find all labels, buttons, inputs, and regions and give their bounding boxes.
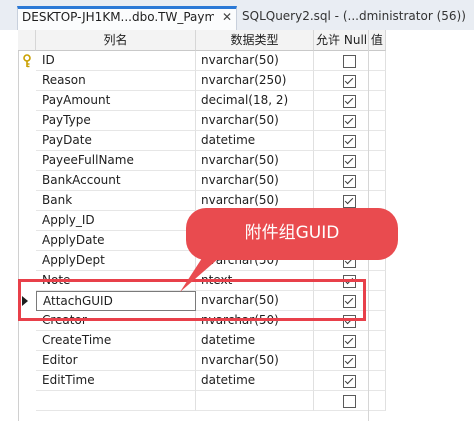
allow-null-cell [314,351,386,371]
data-type-cell[interactable]: nvarchar(50) [196,51,314,71]
table-row[interactable]: PayeeFullName nvarchar(50) [18,151,470,171]
allow-null-cell [314,91,386,111]
column-name-cell[interactable]: Editor [36,351,196,371]
allow-null-cell [314,171,386,191]
column-name-cell[interactable]: EditTime [36,371,196,391]
data-type-cell[interactable]: nvarchar(50) [196,111,314,131]
table-row[interactable]: Reason nvarchar(250) [18,71,470,91]
allow-null-checkbox[interactable] [343,155,356,168]
allow-null-checkbox[interactable] [343,195,356,208]
column-name-cell[interactable] [36,391,196,411]
table-row[interactable] [18,391,470,411]
data-type-cell[interactable]: datetime [196,331,314,351]
allow-null-checkbox[interactable] [343,75,356,88]
data-type-cell[interactable]: nvarchar(50) [196,171,314,191]
row-selector[interactable] [18,371,36,391]
allow-null-checkbox[interactable] [343,355,356,368]
tab-bar: DESKTOP-JH1KM...dbo.TW_Payment ✕ SQLQuer… [0,0,474,30]
allow-null-cell [314,51,386,71]
data-type-cell[interactable]: nvarchar(50) [196,151,314,171]
data-type-cell[interactable]: nvarchar(50) [196,351,314,371]
tab-table-designer[interactable]: DESKTOP-JH1KM...dbo.TW_Payment ✕ [17,6,237,30]
allow-null-checkbox[interactable] [343,55,356,68]
column-name-cell[interactable]: PayType [36,111,196,131]
row-selector[interactable] [18,131,36,151]
allow-null-checkbox[interactable] [343,95,356,108]
row-selector[interactable] [18,331,36,351]
allow-null-checkbox[interactable] [343,175,356,188]
row-selector[interactable] [18,91,36,111]
tab-sqlquery[interactable]: SQLQuery2.sql - (...dministrator (56))* [238,6,466,30]
column-name-cell[interactable]: PayeeFullName [36,151,196,171]
allow-null-cell [314,111,386,131]
data-type-cell[interactable]: datetime [196,371,314,391]
callout-label: 附件组GUID [186,208,398,260]
allow-null-checkbox[interactable] [343,395,356,408]
header-data-type: 数据类型 [196,30,314,51]
row-selector[interactable] [18,171,36,191]
highlight-box [18,279,366,321]
data-type-cell[interactable]: datetime [196,131,314,151]
allow-null-checkbox[interactable] [343,375,356,388]
row-selector[interactable] [18,151,36,171]
row-selector[interactable] [18,211,36,231]
primary-key-icon [23,54,31,68]
header-selector [18,30,36,51]
row-selector[interactable] [18,231,36,251]
row-selector[interactable] [18,351,36,371]
allow-null-cell [314,131,386,151]
column-name-cell[interactable]: CreateTime [36,331,196,351]
tab-label: SQLQuery2.sql - (...dministrator (56))* [242,9,466,23]
allow-null-cell [314,391,386,411]
allow-null-checkbox[interactable] [343,135,356,148]
left-gutter [0,30,19,421]
close-icon[interactable]: ✕ [222,10,232,24]
allow-null-cell [314,331,386,351]
table-row[interactable]: ID nvarchar(50) [18,51,470,71]
column-name-cell[interactable]: ApplyDate [36,231,196,251]
header-allow-null: 允许 Null 值 [314,30,386,51]
column-name-cell[interactable]: ID [36,51,196,71]
table-row[interactable]: CreateTime datetime [18,331,470,351]
row-selector[interactable] [18,391,36,411]
data-type-cell[interactable]: decimal(18, 2) [196,91,314,111]
table-row[interactable]: Editor nvarchar(50) [18,351,470,371]
data-type-cell[interactable] [196,391,314,411]
allow-null-cell [314,151,386,171]
column-name-cell[interactable]: Bank [36,191,196,211]
allow-null-cell [314,371,386,391]
tab-label: DESKTOP-JH1KM...dbo.TW_Payment [22,10,214,24]
allow-null-checkbox[interactable] [343,335,356,348]
column-name-cell[interactable]: Apply_ID [36,211,196,231]
row-selector[interactable] [18,71,36,91]
row-selector[interactable] [18,191,36,211]
column-name-cell[interactable]: PayAmount [36,91,196,111]
row-selector[interactable] [18,251,36,271]
allow-null-cell [314,71,386,91]
column-name-cell[interactable]: PayDate [36,131,196,151]
table-row[interactable]: PayType nvarchar(50) [18,111,470,131]
table-row[interactable]: PayAmount decimal(18, 2) [18,91,470,111]
column-name-cell[interactable]: Reason [36,71,196,91]
table-row[interactable]: PayDate datetime [18,131,470,151]
data-type-cell[interactable]: nvarchar(250) [196,71,314,91]
table-row[interactable]: BankAccount nvarchar(50) [18,171,470,191]
allow-null-checkbox[interactable] [343,115,356,128]
column-name-cell[interactable]: ApplyDept [36,251,196,271]
row-selector[interactable] [18,111,36,131]
header-column-name: 列名 [36,30,196,51]
table-row[interactable]: EditTime datetime [18,371,470,391]
row-selector[interactable] [18,51,36,71]
column-name-cell[interactable]: BankAccount [36,171,196,191]
